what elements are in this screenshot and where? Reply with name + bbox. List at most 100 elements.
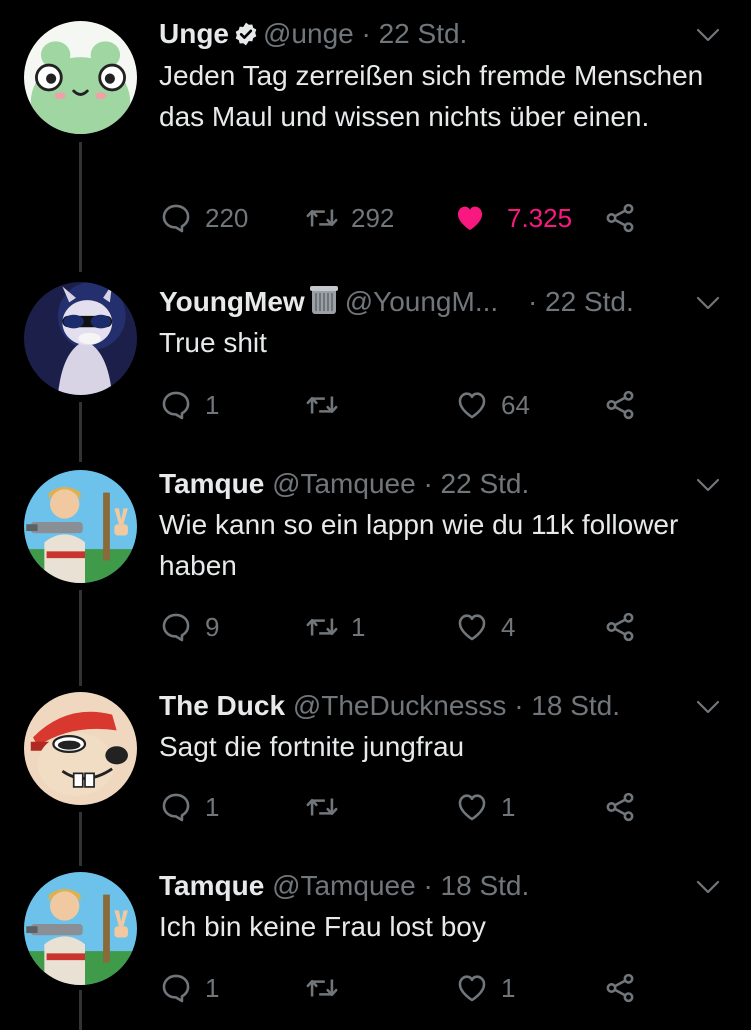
share-button[interactable]: [603, 385, 637, 425]
retweet-button[interactable]: 1: [305, 607, 365, 647]
tweet-header: Unge @unge · 22 Std.: [159, 14, 711, 54]
tweet-actions: 1 64: [159, 385, 659, 425]
tweet-header: YoungMew @YoungM... · 22 Std.: [159, 282, 711, 322]
thread-line: [79, 142, 82, 272]
display-name[interactable]: Tamque: [159, 870, 264, 901]
like-button[interactable]: 1: [455, 787, 515, 827]
retweet-button[interactable]: [305, 385, 351, 425]
handle[interactable]: @unge: [263, 18, 354, 49]
share-icon: [603, 971, 637, 1005]
share-icon: [603, 790, 637, 824]
avatar-unge[interactable]: [24, 21, 137, 134]
reply-icon: [159, 610, 193, 644]
retweet-count: 292: [351, 202, 395, 233]
timestamp[interactable]: · 18 Std.: [514, 690, 620, 721]
like-icon: [455, 610, 489, 644]
reply-count: 1: [205, 791, 220, 822]
reply-count: 1: [205, 972, 220, 1003]
reply-button[interactable]: 1: [159, 968, 219, 1008]
frog-avatar-image: [24, 21, 137, 134]
handle[interactable]: @YoungM...: [345, 286, 498, 317]
chevron-down-icon[interactable]: [695, 698, 721, 716]
reply-count: 1: [205, 389, 220, 420]
retweet-button[interactable]: 292: [305, 198, 394, 238]
thread-line: [79, 590, 82, 686]
tweet-text: Jeden Tag zerreißen sich fremde Menschen…: [159, 60, 704, 132]
verified-icon: [235, 22, 257, 46]
reply-button[interactable]: 220: [159, 198, 248, 238]
timestamp[interactable]: · 22 Std.: [362, 18, 468, 49]
share-button[interactable]: [603, 787, 637, 827]
handle[interactable]: @TheDucknesss: [293, 690, 507, 721]
tweet-actions: 1 1: [159, 787, 659, 827]
like-icon: [455, 971, 489, 1005]
retweet-icon: [305, 388, 339, 422]
retweet-button[interactable]: [305, 787, 351, 827]
chevron-down-icon[interactable]: [695, 294, 721, 312]
share-button[interactable]: [603, 968, 637, 1008]
tweet-text: Ich bin keine Frau lost boy: [159, 911, 486, 942]
fortnite-avatar-image: [24, 470, 137, 583]
reply-icon: [159, 201, 193, 235]
like-button[interactable]: 64: [455, 385, 530, 425]
chevron-down-icon[interactable]: [695, 476, 721, 494]
tweet-header: The Duck @TheDucknesss · 18 Std.: [159, 686, 711, 726]
tweet-text: True shit: [159, 327, 267, 358]
reply-icon: [159, 971, 193, 1005]
tweet-actions: 220 292 7.325: [159, 198, 659, 238]
like-count: 64: [501, 389, 530, 420]
handle[interactable]: @Tamquee: [272, 468, 416, 499]
share-button[interactable]: [603, 198, 637, 238]
retweet-icon: [305, 201, 339, 235]
reply-count: 220: [205, 202, 249, 233]
reply-icon: [159, 790, 193, 824]
like-icon: [455, 388, 489, 422]
display-name[interactable]: Tamque: [159, 468, 264, 499]
reply-button[interactable]: 1: [159, 385, 219, 425]
timestamp[interactable]: · 22 Std.: [423, 468, 529, 499]
like-count: 7.325: [507, 202, 573, 233]
thread-line: [79, 402, 82, 462]
avatar-youngmew[interactable]: [24, 282, 137, 395]
avatar-the-duck[interactable]: [24, 692, 137, 805]
share-icon: [603, 201, 637, 235]
like-icon: [453, 201, 487, 235]
tweet-text: Sagt die fortnite jungfrau: [159, 731, 465, 762]
reply-button[interactable]: 1: [159, 787, 219, 827]
display-name[interactable]: YoungMew: [159, 286, 305, 317]
tweet-text: Wie kann so ein lappn wie du 11k followe…: [159, 509, 679, 581]
retweet-button[interactable]: [305, 968, 351, 1008]
retweet-icon: [305, 610, 339, 644]
trash-emoji-icon: [309, 286, 338, 314]
chevron-down-icon[interactable]: [695, 878, 721, 896]
share-icon: [603, 388, 637, 422]
display-name[interactable]: The Duck: [159, 690, 285, 721]
like-button[interactable]: 4: [455, 607, 515, 647]
handle[interactable]: @Tamquee: [272, 870, 416, 901]
share-icon: [603, 610, 637, 644]
fortnite-avatar-image: [24, 872, 137, 985]
tweet-actions: 1 1: [159, 968, 659, 1008]
goofy-avatar-image: [24, 692, 137, 805]
avatar-tamque[interactable]: [24, 470, 137, 583]
like-count: 4: [501, 611, 516, 642]
like-count: 1: [501, 791, 516, 822]
like-button[interactable]: 1: [455, 968, 515, 1008]
reply-button[interactable]: 9: [159, 607, 219, 647]
display-name[interactable]: Unge: [159, 18, 229, 49]
chevron-down-icon[interactable]: [695, 26, 721, 44]
timestamp[interactable]: · 18 Std.: [423, 870, 529, 901]
reply-icon: [159, 388, 193, 422]
tweet-actions: 9 1 4: [159, 607, 659, 647]
like-button[interactable]: 7.325: [453, 198, 572, 238]
mewtwo-avatar-image: [24, 282, 137, 395]
tweet-header: Tamque @Tamquee · 22 Std.: [159, 464, 711, 504]
like-icon: [455, 790, 489, 824]
timestamp[interactable]: · 22 Std.: [528, 286, 634, 317]
reply-count: 9: [205, 611, 220, 642]
like-count: 1: [501, 972, 516, 1003]
retweet-count: 1: [351, 611, 366, 642]
share-button[interactable]: [603, 607, 637, 647]
avatar-tamque[interactable]: [24, 872, 137, 985]
thread-line: [79, 812, 82, 866]
